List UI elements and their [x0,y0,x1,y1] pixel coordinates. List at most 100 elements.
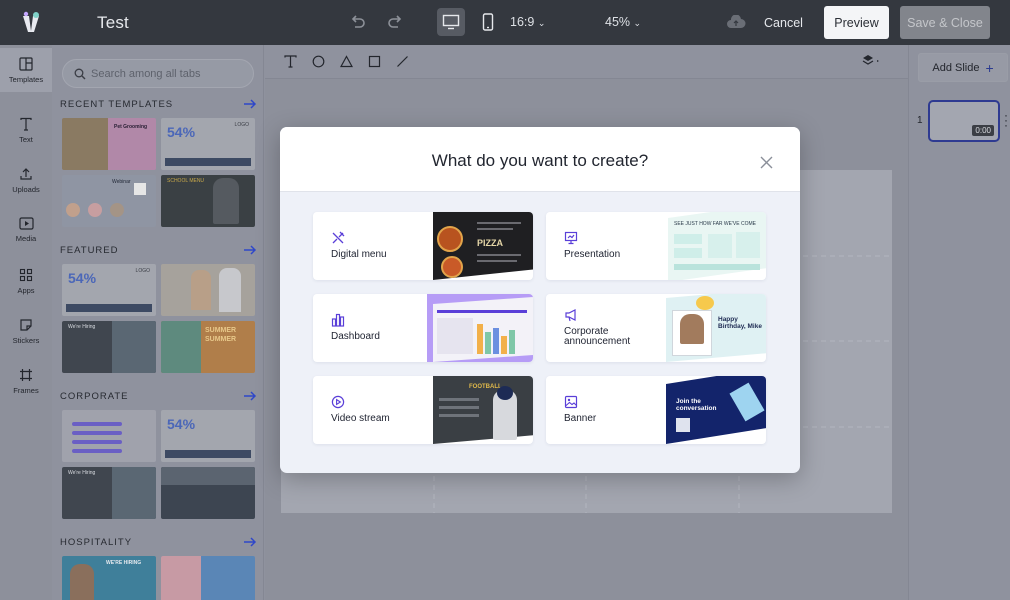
thumb-text: LOGO [234,122,249,128]
preview-text: Happy Birthday, Mike [718,316,762,330]
zoom-value: 45% [605,15,631,29]
thumb-text: SCHOOL MENU [167,178,205,184]
sticker-icon [20,318,32,331]
templates-icon [19,56,33,71]
template-thumb[interactable]: Webinar [62,175,156,227]
card-corporate-announcement[interactable]: Corporate announcement Happy Birthday, M… [546,294,766,362]
sidebar-item-stickers[interactable]: Stickers [0,309,52,353]
card-dashboard[interactable]: Dashboard [313,294,533,362]
redo-icon[interactable] [381,8,409,36]
slide-more-icon[interactable]: · · · [1004,109,1008,131]
template-thumb[interactable]: 54% [161,410,255,462]
sidebar-item-label: Stickers [12,335,40,345]
slide-duration-badge: 0:00 [972,125,994,136]
aspect-ratio-value: 16:9 [510,15,535,29]
card-banner[interactable]: Banner Join the conversation [546,376,766,444]
sidebar-item-text[interactable]: Text [0,108,52,152]
template-thumb[interactable]: SCHOOL MENU [161,175,255,227]
close-icon[interactable] [756,152,776,172]
thumb-text: We're Hiring [68,324,96,330]
text-tool-icon[interactable] [284,55,297,68]
search-input[interactable] [91,67,241,80]
sidebar-item-frames[interactable]: Frames [0,359,52,403]
template-thumb[interactable]: 54% LOGO [62,264,156,316]
corporate-announcement-preview: Happy Birthday, Mike [660,294,766,362]
arrow-right-icon[interactable] [243,391,257,401]
template-thumb[interactable]: SUMMER SUMMER [161,321,255,373]
card-label: Video stream [331,413,390,424]
section-title: FEATURED [60,244,119,256]
save-close-button[interactable]: Save & Close [900,6,990,39]
sidebar-item-label: Text [19,134,33,144]
sidebar-item-label: Uploads [12,184,40,194]
frame-icon [20,368,32,381]
template-thumb[interactable]: We're Hiring [62,467,156,519]
card-presentation[interactable]: Presentation SEE JUST HOW FAR WE'VE COME [546,212,766,280]
thumb-text: 54% [167,416,196,432]
aspect-ratio-select[interactable]: 16:9 ⌄ [510,15,545,29]
square-tool-icon[interactable] [368,55,381,68]
video-stream-preview: FOOTBALL [427,376,533,444]
template-thumb[interactable]: We're Hiring [62,321,156,373]
sidebar-item-label: Templates [8,74,44,84]
slide-thumbnail[interactable]: 0:00 [928,100,1000,142]
template-thumb[interactable] [62,410,156,462]
plus-icon: + [985,59,994,76]
add-slide-label: Add Slide [932,61,980,74]
preview-text: SEE JUST HOW FAR WE'VE COME [674,221,756,227]
template-thumb[interactable] [161,467,255,519]
thumb-text: SUMMER [205,327,237,334]
card-label: Presentation [564,249,621,260]
tool-sidebar: Templates Text Uploads Media Apps Sticke… [0,45,52,600]
app-logo-icon[interactable] [20,11,42,33]
template-thumb[interactable]: Pet Grooming [62,118,156,170]
top-bar: Test 16:9 ⌄ 45% ⌄ Cancel Preview Save & … [0,0,1010,45]
mobile-view-icon[interactable] [474,8,502,36]
preview-text: PIZZA [477,238,503,248]
line-tool-icon[interactable] [396,55,409,68]
card-label: Digital menu [331,249,387,260]
templates-panel: RECENT TEMPLATES Pet Grooming 54% LOGO W… [52,45,264,600]
play-circle-icon [331,395,345,409]
modal-header: What do you want to create? [280,127,800,192]
circle-tool-icon[interactable] [312,55,325,68]
section-title: CORPORATE [60,390,129,402]
template-thumb[interactable] [161,556,255,600]
cancel-button[interactable]: Cancel [756,6,811,39]
project-title[interactable]: Test [97,13,129,33]
banner-preview: Join the conversation [660,376,766,444]
megaphone-icon [565,309,576,322]
thumb-text: We're Hiring [68,470,96,476]
upload-icon [20,167,32,180]
arrow-right-icon[interactable] [243,537,257,547]
layers-icon[interactable] [862,54,882,68]
sidebar-item-templates[interactable]: Templates [0,48,52,92]
template-thumb[interactable]: WE'RE HIRING [62,556,156,600]
preview-button[interactable]: Preview [824,6,889,39]
desktop-view-icon[interactable] [437,8,465,36]
card-label: Corporate announcement [564,326,631,347]
add-slide-button[interactable]: Add Slide + [918,53,1008,82]
bar-chart-icon [331,313,345,327]
sidebar-item-apps[interactable]: Apps [0,259,52,303]
thumb-text: 54% [167,124,196,140]
arrow-right-icon[interactable] [243,99,257,109]
cloud-sync-icon [722,8,750,36]
presentation-preview: SEE JUST HOW FAR WE'VE COME [660,212,766,280]
sidebar-item-media[interactable]: Media [0,208,52,252]
card-video-stream[interactable]: Video stream FOOTBALL [313,376,533,444]
sidebar-item-label: Frames [13,385,39,395]
undo-icon[interactable] [344,8,372,36]
template-thumb[interactable]: 54% LOGO [161,118,255,170]
sidebar-item-uploads[interactable]: Uploads [0,158,52,202]
sidebar-item-label: Apps [17,285,35,295]
triangle-tool-icon[interactable] [340,55,353,68]
card-digital-menu[interactable]: Digital menu PIZZA [313,212,533,280]
shape-toolbar [265,45,908,79]
arrow-right-icon[interactable] [243,245,257,255]
dashboard-preview [427,294,533,362]
section-header-featured: FEATURED [60,243,257,257]
zoom-select[interactable]: 45% ⌄ [605,15,641,29]
media-icon [18,217,34,230]
template-thumb[interactable] [161,264,255,316]
